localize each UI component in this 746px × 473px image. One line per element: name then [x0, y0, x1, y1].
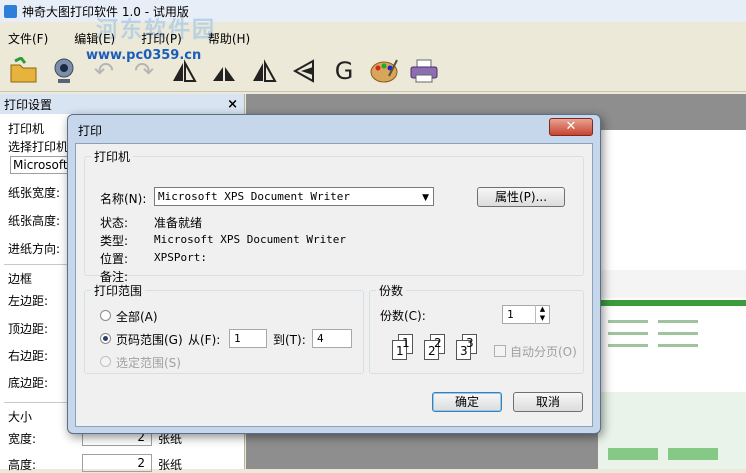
panel-header: 打印设置 ×: [0, 94, 244, 114]
top-margin-label: 顶边距:: [8, 322, 49, 336]
grayscale-icon[interactable]: G: [324, 52, 364, 90]
watermark-url: www.pc0359.cn: [86, 48, 202, 63]
left-margin-label: 左边距:: [8, 294, 49, 308]
to-page-input[interactable]: 4: [312, 329, 352, 348]
printer-name-label: 名称(N):: [100, 192, 147, 206]
feed-direction-label: 进纸方向:: [8, 242, 61, 256]
dialog-body: 打印机 名称(N): Microsoft XPS Document Writer…: [75, 143, 593, 427]
height-spinner[interactable]: 2: [82, 454, 152, 472]
collate-number: 3: [460, 344, 468, 358]
thumb-nav: [598, 300, 746, 306]
thumb-button: [668, 448, 718, 460]
ok-button[interactable]: 确定: [432, 392, 502, 412]
collate-label: 自动分页(O): [510, 345, 577, 359]
all-pages-radio[interactable]: [100, 310, 111, 321]
printer-label: 打印机: [8, 122, 45, 136]
collate-checkbox[interactable]: [494, 345, 506, 357]
chevron-down-icon: ▼: [422, 193, 429, 203]
paper-width-label: 纸张宽度:: [8, 186, 61, 200]
copies-legend: 份数: [379, 284, 404, 298]
menu-help[interactable]: 帮助(H): [202, 30, 256, 47]
page-range-radio[interactable]: [100, 333, 111, 344]
print-range-legend: 打印范围: [94, 284, 143, 298]
menu-bar: 文件(F) 编辑(E) 打印(P) 帮助(H): [0, 28, 746, 48]
height-unit: 张纸: [158, 458, 183, 472]
collate-number: 2: [428, 344, 436, 358]
menu-file[interactable]: 文件(F): [2, 30, 54, 47]
panel-title: 打印设置: [4, 97, 53, 112]
menu-edit[interactable]: 编辑(E): [68, 30, 121, 47]
select-printer-label: 选择打印机: [8, 140, 69, 154]
spin-down-icon[interactable]: ▼: [536, 314, 549, 323]
from-page-input[interactable]: 1: [229, 329, 267, 348]
location-value: XPSPort:: [154, 251, 207, 264]
paper-height-label: 纸张高度:: [8, 214, 61, 228]
thumb-button: [608, 448, 658, 460]
margins-label: 边框: [8, 272, 33, 286]
bottom-margin-label: 底边距:: [8, 376, 49, 390]
type-label: 类型:: [100, 234, 129, 248]
preview-page: [598, 130, 746, 469]
copies-label: 份数(C):: [380, 309, 426, 323]
menu-print[interactable]: 打印(P): [135, 30, 188, 47]
mirror-icon[interactable]: [244, 52, 284, 90]
dialog-title: 打印: [78, 124, 103, 138]
printer-select[interactable]: Microsoft X: [10, 156, 70, 174]
width-label: 宽度:: [8, 432, 37, 446]
rotate-right-icon[interactable]: [284, 52, 324, 90]
printer-icon[interactable]: [404, 52, 444, 90]
thumb-line: [608, 320, 648, 323]
print-dialog: 打印 ✕ 打印机 名称(N): Microsoft XPS Document W…: [67, 114, 601, 434]
selection-label: 选定范围(S): [116, 356, 181, 370]
thumb-line: [658, 320, 698, 323]
from-label: 从(F):: [188, 333, 221, 347]
type-value: Microsoft XPS Document Writer: [154, 233, 347, 246]
webcam-icon[interactable]: [44, 52, 84, 90]
size-label: 大小: [8, 410, 33, 424]
all-pages-label[interactable]: 全部(A): [116, 308, 158, 325]
thumb-header: [598, 270, 746, 298]
palette-icon[interactable]: [364, 52, 404, 90]
right-margin-label: 右边距:: [8, 349, 49, 363]
printer-name-value: Microsoft XPS Document Writer: [158, 190, 351, 203]
thumb-line: [658, 344, 698, 347]
thumb-line: [608, 332, 648, 335]
rotate-left-icon[interactable]: [204, 52, 244, 90]
status-label: 状态:: [100, 216, 129, 230]
printer-group-legend: 打印机: [94, 150, 131, 164]
copies-spinner[interactable]: ▲ ▼: [535, 305, 549, 324]
dialog-close-icon[interactable]: ✕: [549, 118, 593, 136]
height-label: 高度:: [8, 458, 37, 472]
selection-radio[interactable]: [100, 356, 111, 367]
cancel-button[interactable]: 取消: [513, 392, 583, 412]
to-label: 到(T):: [273, 333, 306, 347]
copies-group: 份数: [369, 282, 584, 374]
panel-close-icon[interactable]: ×: [227, 97, 238, 112]
open-folder-icon[interactable]: [4, 52, 44, 90]
thumb-line: [658, 332, 698, 335]
spin-up-icon[interactable]: ▲: [536, 305, 549, 314]
status-value: 准备就绪: [154, 216, 203, 230]
printer-name-select[interactable]: Microsoft XPS Document Writer ▼: [154, 187, 434, 206]
thumb-line: [608, 344, 648, 347]
app-icon: [4, 4, 17, 18]
collate-number: 1: [396, 344, 404, 358]
page-range-label[interactable]: 页码范围(G): [116, 331, 183, 348]
location-label: 位置:: [100, 252, 129, 266]
properties-button[interactable]: 属性(P)...: [477, 187, 565, 207]
